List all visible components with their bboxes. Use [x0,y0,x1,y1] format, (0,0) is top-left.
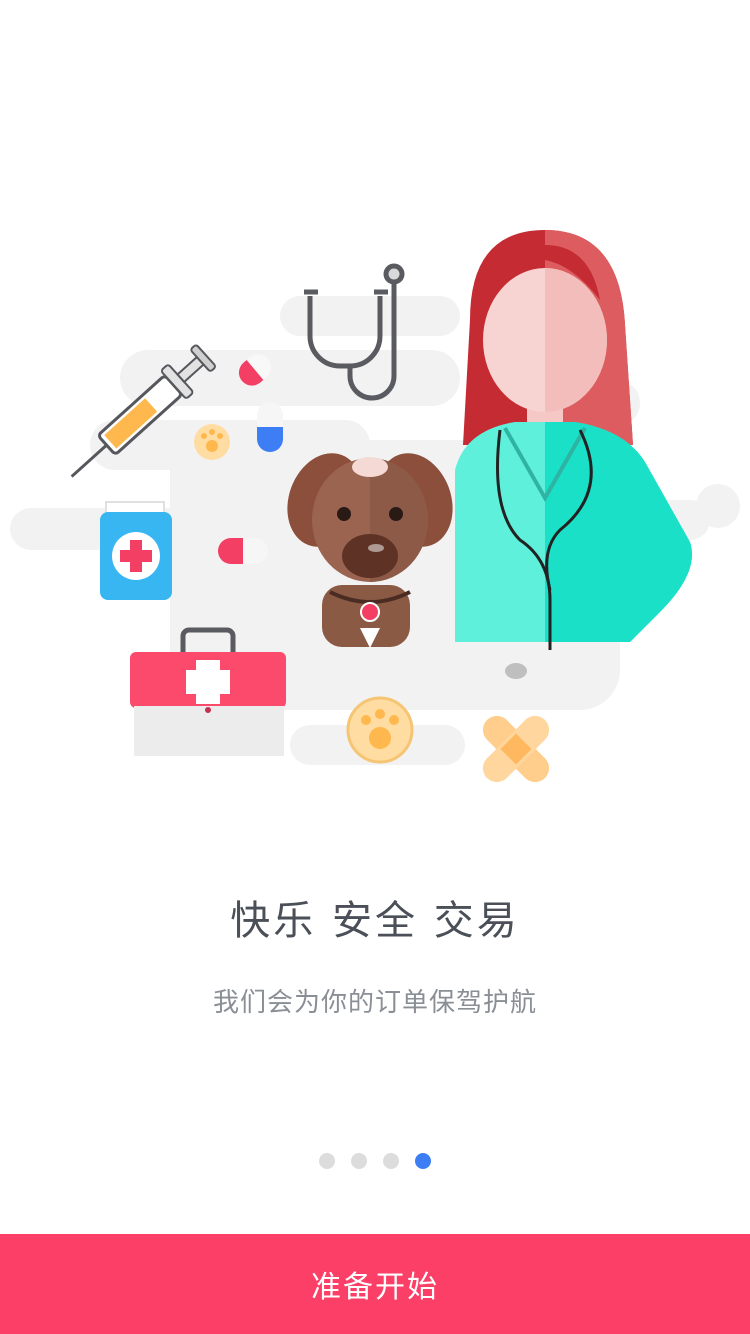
medicine-bottle-icon [100,501,172,600]
page-indicator [0,1153,750,1169]
page-dot-3[interactable] [383,1153,399,1169]
paw-coin-icon [194,424,230,460]
doctor-figure [455,230,692,679]
page-dot-2[interactable] [351,1153,367,1169]
page-subtitle: 我们会为你的订单保驾护航 [212,988,537,1018]
page-dot-1[interactable] [319,1153,335,1169]
start-button[interactable]: 准备开始 [0,1234,750,1334]
bandage-icon [482,715,550,783]
page-title: 快乐 安全 交易 [230,898,520,944]
page-dot-4-active[interactable] [415,1153,431,1169]
capsule-pill-icon [218,538,268,564]
paw-coin-icon [346,696,414,764]
capsule-pill-icon [257,402,283,452]
onboarding-illustration [10,230,740,783]
